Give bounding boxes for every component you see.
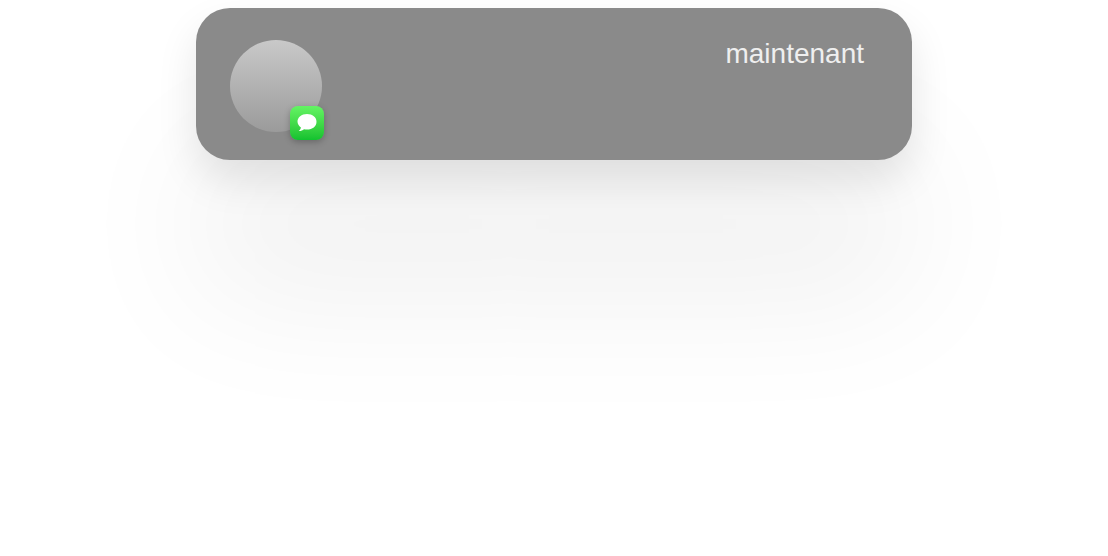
screen: maintenant	[0, 0, 1108, 556]
notification-time: maintenant	[725, 36, 864, 72]
speech-bubble-icon	[295, 112, 319, 134]
messages-app-icon	[290, 106, 324, 140]
avatar-group	[230, 40, 326, 140]
notification-banner[interactable]: maintenant	[196, 8, 912, 160]
